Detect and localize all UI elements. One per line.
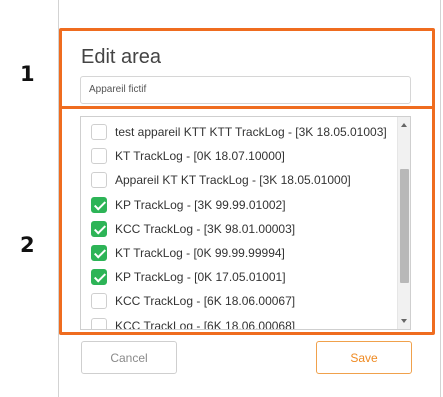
callout-box-2 — [59, 106, 435, 335]
callout-number-1: 1 — [20, 62, 35, 86]
cancel-button[interactable]: Cancel — [81, 341, 177, 374]
save-button[interactable]: Save — [316, 341, 412, 374]
callout-box-1 — [59, 28, 435, 109]
callout-number-2: 2 — [20, 233, 35, 257]
